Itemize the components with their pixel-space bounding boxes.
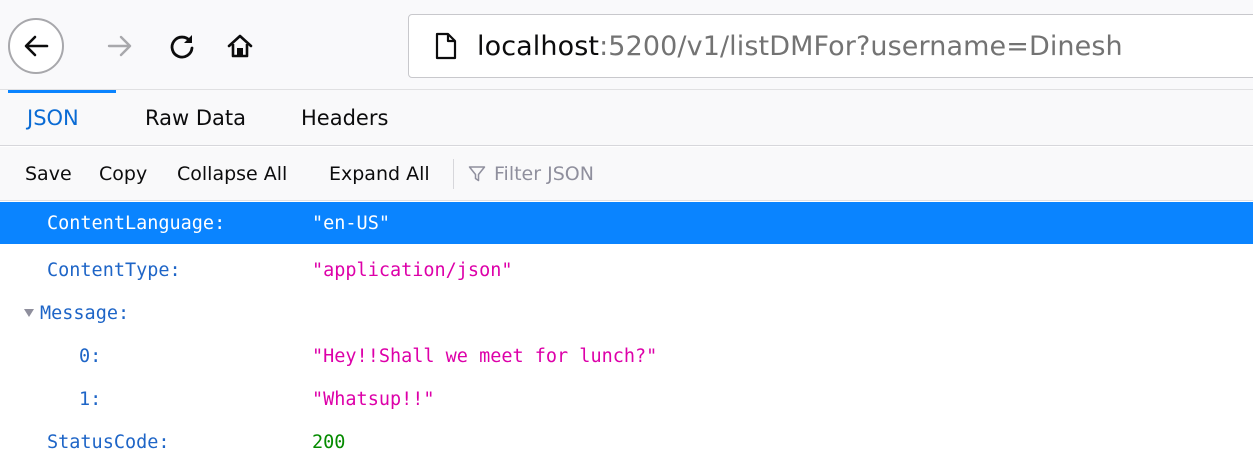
address-bar[interactable]: localhost:5200/v1/listDMFor?username=Din… bbox=[408, 14, 1253, 78]
tree-row-message-1[interactable]: 1: "Whatsup!!" bbox=[0, 378, 1253, 420]
filter-json-input[interactable] bbox=[494, 163, 794, 185]
tree-key: Message: bbox=[40, 302, 130, 324]
tab-json[interactable]: JSON bbox=[27, 90, 79, 146]
tree-row-content-language[interactable]: ContentLanguage: "en-US" bbox=[0, 202, 1253, 244]
url-path: :5200/v1/listDMFor?username=Dinesh bbox=[599, 30, 1123, 62]
collapse-all-button[interactable]: Collapse All bbox=[177, 147, 287, 201]
toolbar-divider bbox=[453, 159, 454, 189]
home-button[interactable] bbox=[216, 22, 264, 70]
tree-value: "Whatsup!!" bbox=[312, 388, 435, 410]
reload-button[interactable] bbox=[158, 22, 206, 70]
tree-key: 0: bbox=[79, 345, 102, 367]
save-button[interactable]: Save bbox=[25, 147, 72, 201]
tree-value: "en-US" bbox=[312, 212, 390, 234]
tree-value: 200 bbox=[312, 431, 346, 453]
expand-triangle-icon[interactable] bbox=[22, 306, 36, 320]
tree-row-message[interactable]: Message: bbox=[0, 292, 1253, 334]
expand-all-button[interactable]: Expand All bbox=[329, 147, 430, 201]
tab-headers[interactable]: Headers bbox=[301, 90, 388, 146]
page-info-icon[interactable] bbox=[431, 28, 461, 64]
tree-row-status-code[interactable]: StatusCode: 200 bbox=[0, 421, 1253, 463]
reload-icon bbox=[170, 35, 194, 59]
tree-row-message-0[interactable]: 0: "Hey!!Shall we meet for lunch?" bbox=[0, 335, 1253, 377]
forward-button[interactable] bbox=[96, 22, 144, 70]
copy-button[interactable]: Copy bbox=[99, 147, 147, 201]
tab-raw-data[interactable]: Raw Data bbox=[145, 90, 246, 146]
filter-box[interactable] bbox=[468, 147, 794, 201]
json-toolbar: Save Copy Collapse All Expand All bbox=[0, 147, 1253, 201]
tree-key: ContentLanguage: bbox=[47, 212, 226, 234]
filter-icon bbox=[468, 166, 486, 182]
forward-arrow-icon bbox=[107, 35, 132, 57]
viewer-tabs: JSON Raw Data Headers bbox=[0, 90, 1253, 146]
tree-key: ContentType: bbox=[47, 259, 181, 281]
tree-key: 1: bbox=[79, 388, 102, 410]
url-text: localhost:5200/v1/listDMFor?username=Din… bbox=[477, 31, 1123, 62]
home-icon bbox=[227, 34, 253, 58]
tree-row-content-type[interactable]: ContentType: "application/json" bbox=[0, 249, 1253, 291]
tree-key: StatusCode: bbox=[47, 431, 170, 453]
back-button[interactable] bbox=[8, 18, 64, 74]
tree-value: "application/json" bbox=[312, 259, 513, 281]
back-arrow-icon bbox=[24, 35, 49, 57]
navigation-toolbar: localhost:5200/v1/listDMFor?username=Din… bbox=[0, 0, 1253, 90]
tree-value: "Hey!!Shall we meet for lunch?" bbox=[312, 345, 658, 367]
url-host: localhost bbox=[477, 30, 600, 62]
